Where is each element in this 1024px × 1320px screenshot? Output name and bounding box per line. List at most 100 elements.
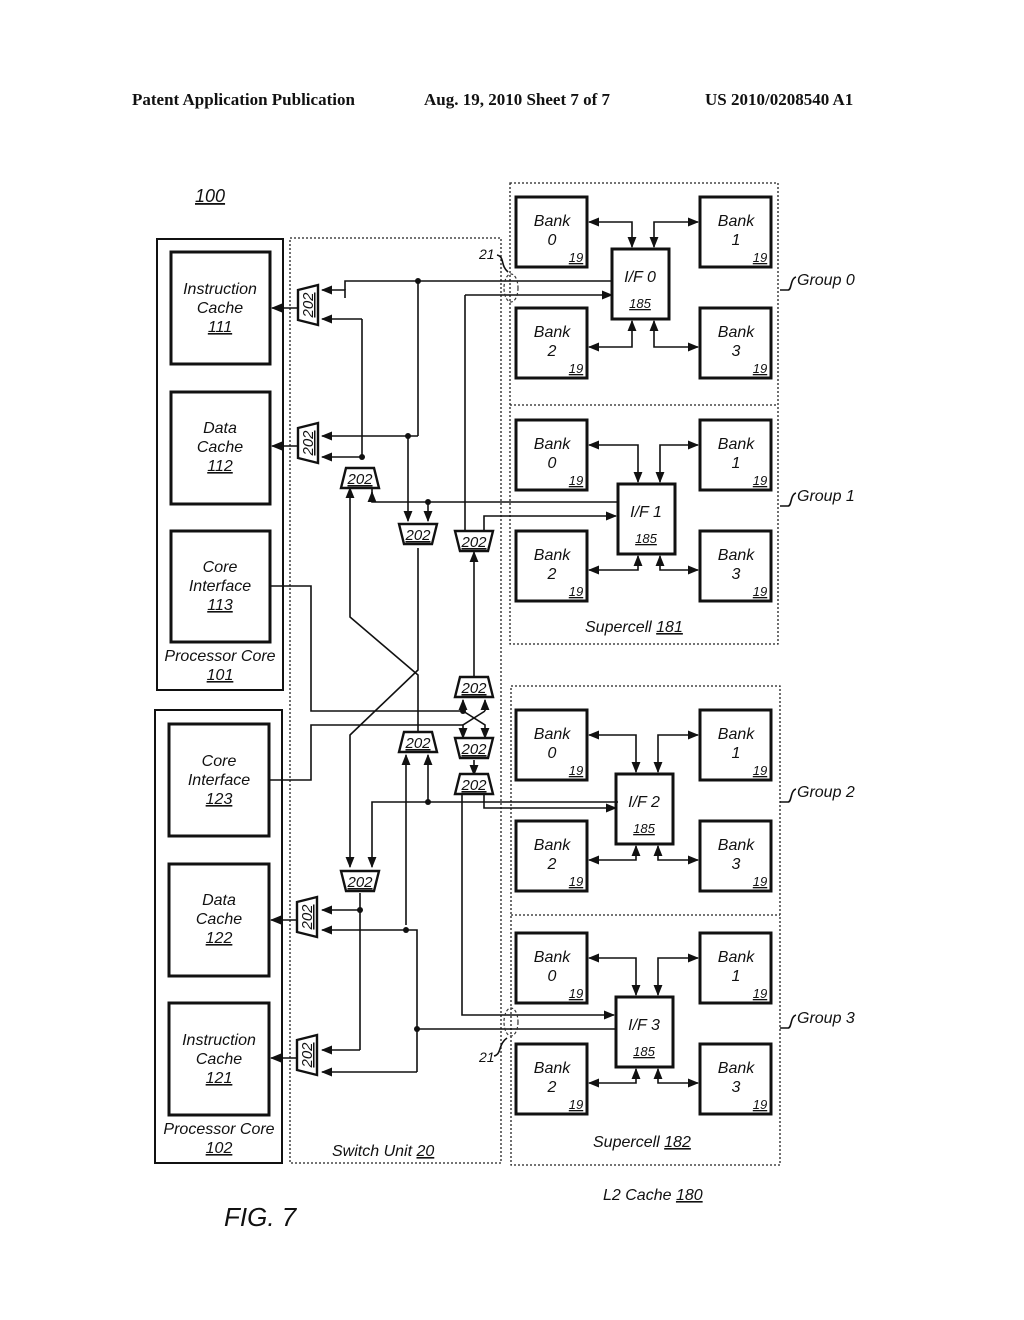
core-interface-113: Core Interface 113 bbox=[169, 529, 272, 644]
group-brace bbox=[780, 1014, 797, 1029]
mux-label: 202 bbox=[460, 680, 487, 697]
mux-202: 202 bbox=[453, 772, 495, 796]
bank1-link bbox=[655, 440, 700, 484]
mux-label: 202 bbox=[299, 1042, 316, 1069]
bank-label: Bank bbox=[534, 1060, 571, 1077]
data-cache-112: Data Cache 112 bbox=[169, 390, 272, 506]
bank-ref: 19 bbox=[569, 473, 583, 488]
bank-ref: 19 bbox=[753, 250, 767, 265]
fig7-diagram: 100 Instruction Cache 111 Data Cache 112… bbox=[154, 182, 855, 1232]
bank-label: Bank bbox=[534, 726, 571, 743]
group-brace bbox=[780, 492, 797, 507]
interface-ref: 185 bbox=[629, 296, 651, 311]
bank-ref: 19 bbox=[569, 1097, 583, 1112]
mux-202: 202 bbox=[295, 895, 319, 939]
bank-label: Bank bbox=[718, 726, 755, 743]
interface-label: I/F 3 bbox=[628, 1017, 660, 1034]
bank2-link bbox=[587, 1067, 641, 1088]
bank-number: 3 bbox=[732, 1079, 741, 1096]
group-brace bbox=[780, 788, 797, 803]
bank-label: Bank bbox=[718, 324, 755, 341]
bank-number: 0 bbox=[548, 455, 557, 472]
bank-3: Bank 3 19 bbox=[698, 1042, 773, 1116]
svg-text:Cache: Cache bbox=[196, 911, 242, 928]
bank-ref: 19 bbox=[569, 584, 583, 599]
bank0-link bbox=[587, 730, 641, 774]
processor-core-102: Core Interface 123 Data Cache 122 Instru… bbox=[154, 709, 283, 1164]
bank-ref: 19 bbox=[569, 250, 583, 265]
mux-202: 202 bbox=[397, 522, 439, 546]
bank-number: 0 bbox=[548, 232, 557, 249]
instruction-cache-121: Instruction Cache 121 bbox=[167, 1001, 271, 1117]
bank-2: Bank 2 19 bbox=[514, 529, 589, 603]
switch-unit-20: Switch Unit 20 bbox=[289, 237, 502, 1164]
svg-text:111: 111 bbox=[208, 319, 232, 336]
interface-block: I/F 1 185 bbox=[616, 482, 677, 556]
svg-text:Data: Data bbox=[202, 892, 236, 909]
bank-1: Bank 1 19 bbox=[698, 195, 773, 269]
system-ref: 100 bbox=[195, 186, 225, 206]
svg-text:Cache: Cache bbox=[197, 300, 243, 317]
bank-number: 0 bbox=[548, 745, 557, 762]
bank-label: Bank bbox=[534, 547, 571, 564]
bank-2: Bank 2 19 bbox=[514, 819, 589, 893]
group-label: Group 3 bbox=[797, 1010, 855, 1027]
bank2-link bbox=[587, 319, 637, 352]
bank3-link bbox=[655, 554, 700, 575]
bank-number: 0 bbox=[548, 968, 557, 985]
bank-label: Bank bbox=[534, 949, 571, 966]
svg-text:Cache: Cache bbox=[197, 439, 243, 456]
mux-202: 202 bbox=[295, 1033, 319, 1077]
svg-text:Switch Unit 20: Switch Unit 20 bbox=[332, 1143, 434, 1160]
bank-ref: 19 bbox=[753, 584, 767, 599]
data-cache-122: Data Cache 122 bbox=[167, 862, 271, 978]
mux-label: 202 bbox=[300, 292, 317, 319]
group-0: Bank 0 19 Bank 1 19 Bank 2 19 Bank 3 19 I/F 0 185 Grou… bbox=[514, 195, 855, 380]
svg-text:123: 123 bbox=[206, 791, 233, 808]
svg-text:21: 21 bbox=[478, 246, 495, 262]
mux-label: 202 bbox=[404, 527, 431, 544]
bank3-link bbox=[649, 319, 700, 352]
svg-text:Supercell 182: Supercell 182 bbox=[593, 1134, 691, 1151]
group-1: Bank 0 19 Bank 1 19 Bank 2 19 Bank 3 19 I/F 1 185 Grou… bbox=[514, 418, 855, 603]
bank-number: 3 bbox=[732, 566, 741, 583]
bank0-link bbox=[587, 953, 641, 997]
mux-202: 202 bbox=[453, 675, 495, 699]
svg-text:112: 112 bbox=[207, 458, 233, 475]
svg-text:Supercell 181: Supercell 181 bbox=[585, 619, 683, 636]
mux-202: 202 bbox=[339, 466, 381, 490]
processor-core-101: Instruction Cache 111 Data Cache 112 Cor… bbox=[156, 238, 284, 691]
mux-label: 202 bbox=[460, 534, 487, 551]
bank-0: Bank 0 19 bbox=[514, 931, 589, 1005]
svg-text:Instruction: Instruction bbox=[183, 281, 257, 298]
mux-202: 202 bbox=[453, 529, 495, 553]
processor-core-102-ref: 102 bbox=[206, 1140, 233, 1157]
bank-3: Bank 3 19 bbox=[698, 306, 773, 380]
bank-number: 1 bbox=[732, 968, 741, 985]
mux-202: 202 bbox=[339, 869, 381, 893]
bank1-link bbox=[649, 217, 700, 249]
bank-ref: 19 bbox=[753, 874, 767, 889]
bank2-link bbox=[587, 554, 643, 575]
bank-ref: 19 bbox=[753, 1097, 767, 1112]
bank-ref: 19 bbox=[569, 874, 583, 889]
interface-label: I/F 0 bbox=[624, 269, 656, 286]
group-label: Group 0 bbox=[797, 272, 855, 289]
bank-number: 1 bbox=[732, 232, 741, 249]
bank-label: Bank bbox=[534, 837, 571, 854]
bus-21-bottom: 21 bbox=[478, 1007, 519, 1065]
svg-text:121: 121 bbox=[206, 1070, 233, 1087]
group-label: Group 2 bbox=[797, 784, 855, 801]
bank-ref: 19 bbox=[569, 763, 583, 778]
bank-3: Bank 3 19 bbox=[698, 819, 773, 893]
l2-cache-label: L2 Cache 180 bbox=[603, 1187, 703, 1204]
bank1-link bbox=[653, 730, 700, 774]
bank0-link bbox=[587, 217, 637, 249]
instruction-cache-111: Instruction Cache 111 bbox=[169, 250, 272, 366]
mux-202: 202 bbox=[397, 730, 439, 754]
bank-label: Bank bbox=[534, 213, 571, 230]
bank-number: 1 bbox=[732, 455, 741, 472]
interface-ref: 185 bbox=[633, 821, 655, 836]
mux-202: 202 bbox=[453, 736, 495, 760]
bank-label: Bank bbox=[534, 436, 571, 453]
